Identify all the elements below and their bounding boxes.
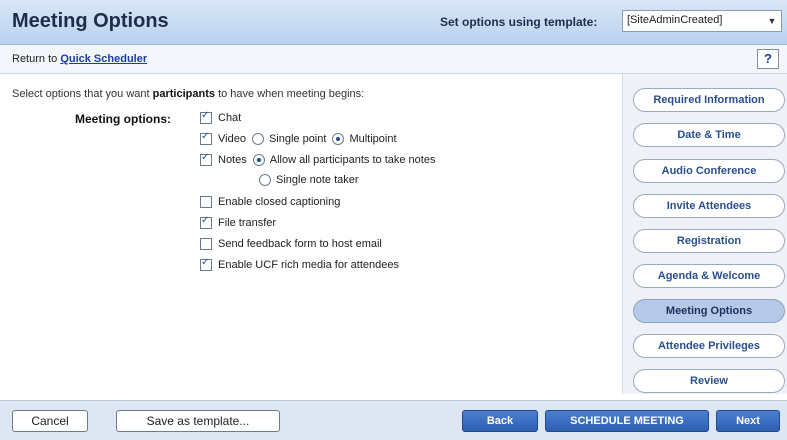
template-select-value: [SiteAdminCreated] <box>627 14 723 26</box>
schedule-meeting-button[interactable]: SCHEDULE MEETING <box>545 410 709 432</box>
video-checkbox[interactable] <box>200 131 212 145</box>
return-bar: Return to Quick Scheduler ? <box>0 45 787 74</box>
ucf-media-option[interactable]: Enable UCF rich media for attendees <box>200 257 399 271</box>
cancel-button[interactable]: Cancel <box>12 410 88 432</box>
template-select[interactable]: [SiteAdminCreated] ▼ <box>622 10 782 32</box>
page-title: Meeting Options <box>12 10 169 32</box>
video-multipoint-label: Multipoint <box>349 133 397 145</box>
intro-text: Select options that you want participant… <box>12 88 364 100</box>
nav-review[interactable]: Review <box>633 369 785 393</box>
video-option[interactable]: Video Single point Multipoint <box>200 131 397 145</box>
nav-required-information[interactable]: Required Information <box>633 88 785 112</box>
chat-label: Chat <box>218 112 242 124</box>
file-transfer-checkbox[interactable] <box>200 215 212 229</box>
nav-audio-conference[interactable]: Audio Conference <box>633 159 785 183</box>
file-transfer-label: File transfer <box>218 217 277 229</box>
notes-single-label: Single note taker <box>276 174 359 186</box>
next-button[interactable]: Next <box>716 410 780 432</box>
notes-label: Notes <box>218 154 247 166</box>
closed-captioning-label: Enable closed captioning <box>218 196 341 208</box>
notes-all-label: Allow all participants to take notes <box>269 154 436 166</box>
intro-prefix: Select options that you want <box>12 88 150 100</box>
back-button[interactable]: Back <box>462 410 538 432</box>
notes-all-radio[interactable] <box>252 154 265 166</box>
feedback-form-checkbox[interactable] <box>200 238 212 250</box>
file-transfer-option[interactable]: File transfer <box>200 215 277 229</box>
nav-registration[interactable]: Registration <box>633 229 785 253</box>
video-single-point-label: Single point <box>268 133 327 145</box>
intro-suffix: to have when meeting begins: <box>218 88 365 100</box>
chat-option[interactable]: Chat <box>200 110 242 124</box>
nav-agenda-welcome[interactable]: Agenda & Welcome <box>633 264 785 288</box>
meeting-options-label: Meeting options: <box>75 112 171 126</box>
page-header: Meeting Options Set options using templa… <box>0 0 787 45</box>
return-text: Return to Quick Scheduler <box>12 53 147 65</box>
notes-checkbox[interactable] <box>200 152 212 166</box>
quick-scheduler-link[interactable]: Quick Scheduler <box>60 53 147 65</box>
nav-date-time[interactable]: Date & Time <box>633 123 785 147</box>
chat-checkbox[interactable] <box>200 110 212 124</box>
meeting-options-panel: Select options that you want participant… <box>0 74 620 394</box>
video-label: Video <box>218 133 246 145</box>
notes-option[interactable]: Notes Allow all participants to take not… <box>200 152 436 166</box>
intro-bold: participants <box>152 88 216 100</box>
video-single-point-radio[interactable] <box>251 133 264 145</box>
feedback-form-option[interactable]: Send feedback form to host email <box>200 238 382 250</box>
notes-single-option[interactable]: Single note taker <box>253 174 359 186</box>
nav-meeting-options[interactable]: Meeting Options <box>633 299 785 323</box>
scheduler-nav: Required Information Date & Time Audio C… <box>622 74 787 394</box>
nav-attendee-privileges[interactable]: Attendee Privileges <box>633 334 785 358</box>
help-icon[interactable]: ? <box>757 49 779 69</box>
footer-bar: Cancel Save as template... Back SCHEDULE… <box>0 400 787 440</box>
return-prefix: Return to <box>12 53 58 65</box>
save-as-template-button[interactable]: Save as template... <box>116 410 280 432</box>
nav-invite-attendees[interactable]: Invite Attendees <box>633 194 785 218</box>
ucf-media-label: Enable UCF rich media for attendees <box>218 259 399 271</box>
template-label: Set options using template: <box>440 15 598 29</box>
ucf-media-checkbox[interactable] <box>200 257 212 271</box>
notes-single-radio[interactable] <box>259 174 271 186</box>
closed-captioning-checkbox[interactable] <box>200 196 212 208</box>
closed-captioning-option[interactable]: Enable closed captioning <box>200 196 340 208</box>
feedback-form-label: Send feedback form to host email <box>218 238 382 250</box>
chevron-down-icon[interactable]: ▼ <box>765 13 779 29</box>
video-multipoint-radio[interactable] <box>332 133 345 145</box>
